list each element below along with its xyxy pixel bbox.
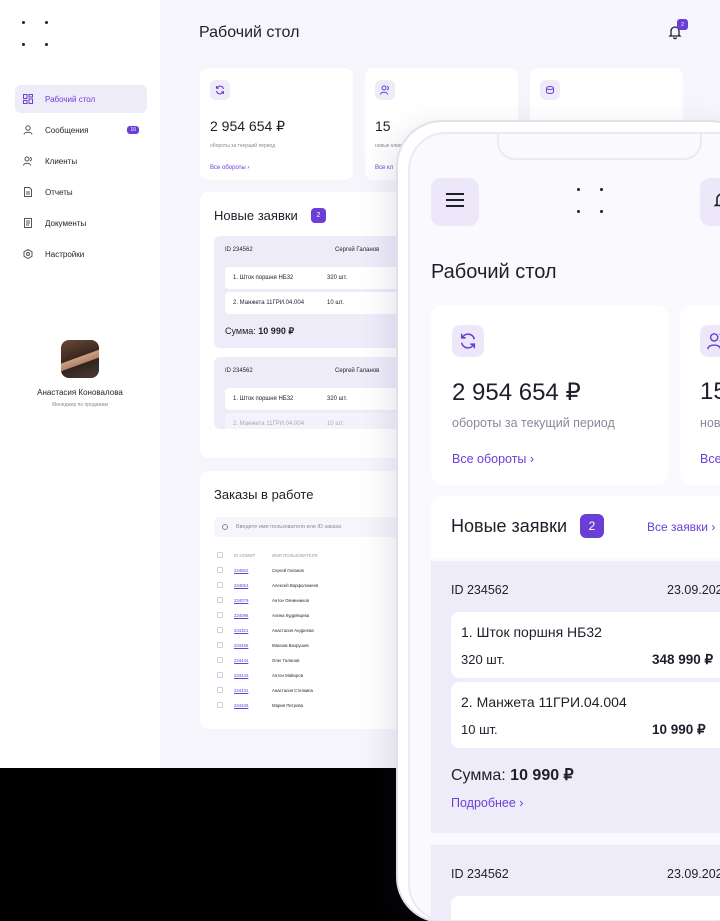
requests-header: Новые заявки 2 Все заявки ›: [431, 496, 720, 558]
stat-link[interactable]: Все кл: [375, 165, 393, 171]
logo-icon[interactable]: [575, 185, 607, 217]
phone-mockup: Рабочий стол 2 954 654 ₽ обороты за теку…: [396, 120, 720, 921]
sidebar-item-reports[interactable]: Отчеты: [15, 178, 147, 206]
request-card[interactable]: ID 234562 Сергей Галанов 1. Шток поршня …: [214, 236, 414, 348]
search-input[interactable]: Введите имя пользователя или ID заказа: [214, 517, 404, 537]
notifications-button[interactable]: [700, 178, 720, 226]
logo-icon[interactable]: [20, 18, 52, 50]
users-icon: [375, 80, 395, 100]
row-checkbox[interactable]: [217, 627, 223, 633]
request-line: 2. Манжета 11ГРИ.04.004 10 шт.: [225, 413, 410, 429]
all-requests-link[interactable]: Все заявки ›: [647, 520, 715, 534]
avatar[interactable]: [61, 340, 99, 378]
phone-notch: [497, 134, 702, 160]
stat-card-turnover: 2 954 654 ₽ обороты за текущий период Вс…: [431, 305, 668, 485]
request-line: [451, 896, 720, 920]
request-card[interactable]: ID 234562 23.09.2022: [431, 845, 720, 920]
sidebar-item-messages[interactable]: Сообщения 10: [15, 116, 147, 144]
select-all-checkbox[interactable]: [217, 552, 223, 558]
page-title: Рабочий стол: [199, 24, 300, 41]
row-checkbox[interactable]: [217, 672, 223, 678]
row-checkbox[interactable]: [217, 687, 223, 693]
request-line: 1. Шток поршня НБ32 320 шт. 348 990 ₽: [451, 612, 720, 678]
stat-value: 15: [700, 378, 720, 405]
request-id: ID 234562: [451, 583, 509, 597]
users-icon: [700, 325, 720, 357]
request-client: Сергей Галанов: [335, 368, 380, 374]
row-checkbox[interactable]: [217, 567, 223, 573]
sidebar-nav: Рабочий стол Сообщения 10 Клиенты Отчеты…: [15, 85, 147, 271]
sidebar-item-label: Отчеты: [45, 187, 73, 197]
sidebar-item-label: Клиенты: [45, 156, 78, 166]
search-icon: [222, 524, 228, 530]
request-sum: Сумма: 10 990 ₽: [225, 326, 295, 336]
refresh-icon: [210, 80, 230, 100]
request-line: 2. Манжета 11ГРИ.04.004 10 шт.: [225, 292, 410, 314]
bell-icon: [712, 190, 720, 215]
reports-icon: [23, 187, 33, 197]
requests-title: Новые заявки: [451, 516, 568, 536]
stat-link[interactable]: Все обороты ›: [452, 452, 534, 466]
sidebar-item-settings[interactable]: Настройки: [15, 240, 147, 268]
stat-value: 2 954 654 ₽: [452, 379, 581, 406]
request-card[interactable]: ID 234562 Сергей Галанов 1. Шток поршня …: [214, 357, 414, 429]
row-checkbox[interactable]: [217, 702, 223, 708]
sidebar-item-label: Сообщения: [45, 125, 89, 135]
request-line: 1. Шток поршня НБ32 320 шт.: [225, 388, 410, 410]
profile-name: Анастасия Коновалова: [37, 388, 123, 397]
row-checkbox[interactable]: [217, 642, 223, 648]
requests-title: Новые заявки: [214, 208, 298, 223]
requests-count-badge: 2: [311, 208, 326, 223]
clients-icon: [23, 156, 33, 166]
request-card[interactable]: ID 234562 23.09.2022 1. Шток поршня НБ32…: [431, 561, 720, 833]
sidebar-item-documents[interactable]: Документы: [15, 209, 147, 237]
stat-card-turnover: 2 954 654 ₽ обороты за текущий период Вс…: [200, 68, 353, 180]
settings-icon: [23, 249, 33, 259]
stat-card-clients: 15 новы Все: [680, 305, 720, 485]
sidebar: Рабочий стол Сообщения 10 Клиенты Отчеты…: [0, 0, 160, 768]
request-id: ID 234562: [451, 867, 509, 881]
row-checkbox[interactable]: [217, 612, 223, 618]
requests-count-badge: 2: [580, 514, 604, 538]
row-checkbox[interactable]: [217, 582, 223, 588]
stat-link[interactable]: Все обороты ›: [210, 165, 249, 171]
row-checkbox[interactable]: [217, 657, 223, 663]
details-link[interactable]: Подробнее ›: [451, 796, 523, 810]
sidebar-item-clients[interactable]: Клиенты: [15, 147, 147, 175]
sidebar-item-label: Документы: [45, 218, 87, 228]
profile-role: Менеджер по продажам: [52, 402, 108, 408]
orders-title: Заказы в работе: [214, 487, 314, 502]
hamburger-icon: [445, 192, 465, 213]
dashboard-icon: [23, 94, 33, 104]
request-date: 23.09.2022: [667, 583, 720, 597]
documents-icon: [23, 218, 33, 228]
request-sum: Сумма: 10 990 ₽: [451, 767, 574, 784]
sidebar-item-dashboard[interactable]: Рабочий стол: [15, 85, 147, 113]
stat-caption: обороты за текущий период: [452, 416, 615, 430]
menu-button[interactable]: [431, 178, 479, 226]
coins-icon: [540, 80, 560, 100]
request-id: ID 234562: [225, 368, 253, 374]
request-client: Сергей Галанов: [335, 247, 380, 253]
phone-screen: Рабочий стол 2 954 654 ₽ обороты за теку…: [408, 132, 720, 921]
stat-value: 2 954 654 ₽: [210, 118, 286, 134]
sidebar-item-label: Рабочий стол: [45, 94, 96, 104]
stat-caption: обороты за текущий период: [210, 143, 276, 149]
request-line: 2. Манжета 11ГРИ.04.004 10 шт. 10 990 ₽: [451, 682, 720, 748]
request-date: 23.09.2022: [667, 867, 720, 881]
messages-badge: 10: [127, 126, 139, 134]
page-title: Рабочий стол: [431, 261, 557, 283]
stat-value: 15: [375, 118, 391, 134]
row-checkbox[interactable]: [217, 597, 223, 603]
messages-icon: [23, 125, 33, 135]
notification-badge: 2: [677, 19, 688, 30]
request-line: 1. Шток поршня НБ32 320 шт.: [225, 267, 410, 289]
stat-caption: новы: [700, 416, 720, 430]
sidebar-item-label: Настройки: [45, 249, 85, 259]
stat-caption: новые клие: [375, 143, 402, 149]
refresh-icon: [452, 325, 484, 357]
stat-link[interactable]: Все: [700, 452, 720, 466]
request-id: ID 234562: [225, 247, 253, 253]
user-profile[interactable]: Анастасия Коновалова Менеджер по продажа…: [0, 340, 160, 408]
